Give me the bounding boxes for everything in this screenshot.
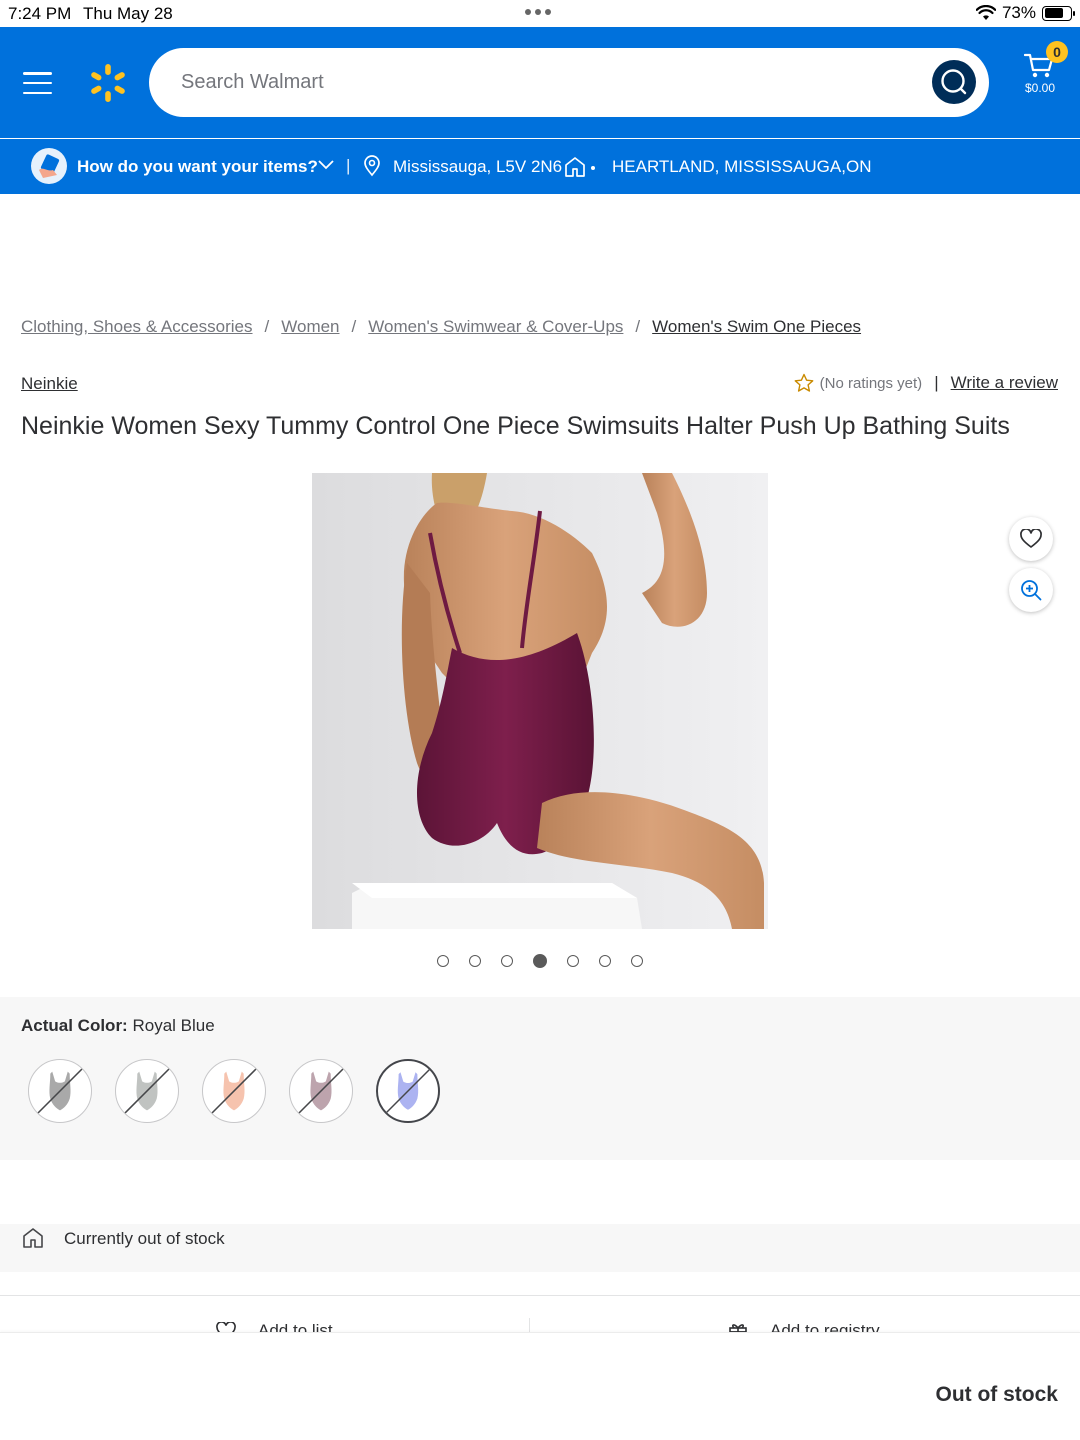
breadcrumb-swimwear[interactable]: Women's Swimwear & Cover-Ups (368, 317, 623, 337)
heart-icon (216, 1322, 236, 1332)
battery-icon (1042, 5, 1075, 21)
dot-separator (591, 166, 595, 170)
status-right: 73% (975, 3, 1075, 23)
search-icon (941, 69, 967, 95)
heart-icon (1020, 529, 1042, 548)
write-review-link[interactable]: Write a review (951, 373, 1058, 393)
availability-text: Currently out of stock (64, 1229, 225, 1248)
breadcrumb-separator: / (635, 317, 641, 336)
search-bar[interactable] (149, 48, 989, 117)
breadcrumb-clothing[interactable]: Clothing, Shoes & Accessories (21, 317, 253, 337)
carousel-dot[interactable] (469, 955, 481, 967)
star-icon (794, 373, 814, 392)
breadcrumb-separator: / (351, 317, 357, 336)
color-value: Royal Blue (132, 1016, 215, 1035)
fulfillment-question[interactable]: How do you want your items? (77, 157, 318, 177)
carousel-dot[interactable] (599, 955, 611, 967)
cart-count-badge: 0 (1046, 41, 1068, 63)
fulfillment-separator: | (346, 156, 351, 175)
rating-text: (No ratings yet) (819, 374, 923, 392)
zoom-in-icon (1021, 580, 1042, 601)
multitasking-dots-icon[interactable] (525, 9, 551, 15)
out-of-stock-status: Out of stock (935, 1383, 1058, 1406)
site-header: 0 $0.00 (0, 27, 1080, 138)
fulfillment-icon[interactable] (31, 148, 67, 184)
divider (529, 1318, 530, 1332)
brand-link[interactable]: Neinkie (21, 374, 78, 394)
color-swatch-light-gray[interactable] (115, 1059, 179, 1123)
status-bar: 7:24 PM Thu May 28 73% (0, 0, 1080, 27)
bottom-action-bar: Out of stock (0, 1332, 1080, 1440)
chevron-down-icon[interactable] (317, 158, 335, 172)
breadcrumb-separator: / (264, 317, 270, 336)
add-to-registry-button[interactable]: Add to registry (728, 1321, 880, 1332)
carousel-dot[interactable] (533, 954, 547, 968)
ratings-row: (No ratings yet) | Write a review (794, 373, 1058, 393)
add-to-list-button[interactable]: Add to list (216, 1321, 333, 1332)
color-label-row: Actual Color: Royal Blue (21, 1016, 215, 1036)
breadcrumb-swim-one-pieces[interactable]: Women's Swim One Pieces (652, 317, 861, 337)
color-swatch-mauve[interactable] (289, 1059, 353, 1123)
wifi-icon (975, 5, 996, 20)
walmart-spark-logo[interactable] (86, 61, 130, 105)
color-swatch-peach[interactable] (202, 1059, 266, 1123)
list-actions: Add to list Add to registry (0, 1296, 1080, 1332)
search-input[interactable] (181, 71, 881, 94)
availability-row: Currently out of stock (0, 1224, 1080, 1272)
status-time: 7:24 PM (8, 4, 72, 23)
zoom-button[interactable] (1009, 568, 1053, 612)
breadcrumb: Clothing, Shoes & Accessories / Women / … (21, 317, 861, 337)
color-swatch-royal-blue[interactable] (376, 1059, 440, 1123)
product-image[interactable] (312, 473, 768, 929)
color-swatches (28, 1059, 440, 1123)
store-icon (23, 1228, 43, 1248)
fulfillment-bar: How do you want your items? | Mississaug… (0, 139, 1080, 194)
favorite-button[interactable] (1009, 517, 1053, 561)
gift-icon (729, 1324, 747, 1332)
menu-icon[interactable] (23, 72, 52, 94)
store-icon (565, 157, 585, 177)
color-section: Actual Color: Royal Blue (0, 997, 1080, 1160)
add-to-registry-label: Add to registry (770, 1321, 880, 1332)
add-to-list-label: Add to list (258, 1321, 333, 1332)
store-name[interactable]: HEARTLAND, MISSISSAUGA,ON (612, 157, 871, 177)
carousel-dot[interactable] (501, 955, 513, 967)
search-button[interactable] (932, 60, 976, 104)
color-label: Actual Color: (21, 1016, 128, 1035)
carousel-dot[interactable] (437, 955, 449, 967)
battery-percent: 73% (1001, 3, 1036, 22)
location-text[interactable]: Mississauga, L5V 2N6 (393, 157, 562, 177)
cart-total: $0.00 (1025, 81, 1056, 95)
color-swatch-gray[interactable] (28, 1059, 92, 1123)
cart-button[interactable]: 0 $0.00 (1018, 41, 1068, 105)
status-date: Thu May 28 (83, 4, 173, 23)
breadcrumb-women[interactable]: Women (281, 317, 339, 337)
carousel-dot[interactable] (567, 955, 579, 967)
location-pin-icon (364, 155, 380, 177)
rating-separator: | (934, 373, 939, 392)
carousel-dot[interactable] (631, 955, 643, 967)
product-title: Neinkie Women Sexy Tummy Control One Pie… (21, 412, 1010, 440)
image-carousel-dots (437, 954, 643, 968)
